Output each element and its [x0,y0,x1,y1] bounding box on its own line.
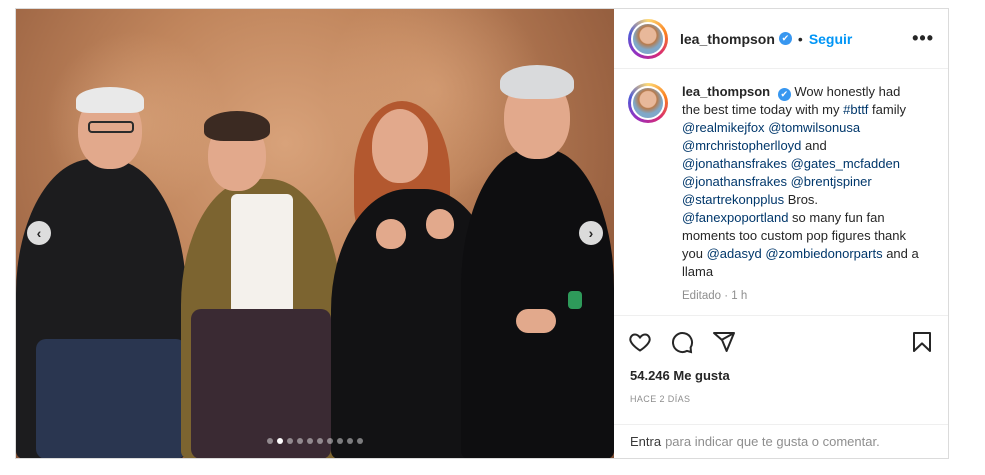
carousel-dot [347,438,353,444]
login-link[interactable]: Entra [630,434,661,449]
caption-mention-link[interactable]: @jonathansfrakes [682,156,787,171]
verified-badge-icon: ✔ [778,32,792,45]
caption-meta: Editado · 1 h [682,290,748,302]
caption-text-segment: Bros. [784,192,819,207]
verified-badge-icon: ✔ [777,87,791,101]
chevron-left-icon: ‹ [36,225,42,241]
bookmark-icon[interactable] [910,330,934,354]
post-timestamp[interactable]: HACE 2 DÍAS [614,388,948,418]
instagram-post: ‹ › lea_thompson ✔ • Seguir ••• lea_thom… [15,8,949,459]
caption-mention-link[interactable]: @jonathansfrakes [682,174,787,189]
separator: • [797,30,803,47]
carousel-dot [307,438,313,444]
follow-button[interactable]: Seguir [809,31,853,47]
avatar[interactable] [628,83,668,123]
chevron-right-icon: › [588,225,594,241]
user-avatar [631,21,665,56]
previous-photo-button[interactable]: ‹ [27,221,51,245]
post-header: lea_thompson ✔ • Seguir ••• [614,9,948,69]
caption-mention-link[interactable]: @realmikejfox [682,120,765,135]
share-icon[interactable] [712,330,736,354]
caption-text: lea_thompson ✔ Wow honestly had the best… [682,83,922,281]
avatar[interactable] [628,18,668,59]
comment-icon[interactable] [670,330,694,354]
carousel-dot [357,438,363,444]
caption-section: lea_thompson ✔ Wow honestly had the best… [614,69,948,316]
carousel-dot [287,438,293,444]
caption-text-segment: family [868,102,906,117]
caption: lea_thompson ✔ Wow honestly had the best… [682,83,922,315]
user-avatar [631,86,665,120]
carousel-indicator [16,438,614,444]
username-link[interactable]: lea_thompson [680,31,775,47]
carousel-dot [297,438,303,444]
carousel-dot [277,438,283,444]
carousel-dot [327,438,333,444]
next-photo-button[interactable]: › [579,221,603,245]
caption-text-segment: and [801,138,827,153]
carousel-dot [267,438,273,444]
caption-mention-link[interactable]: @startrekonpplus [682,192,784,207]
caption-mention-link[interactable]: @fanexpoportland [682,210,788,225]
comment-prompt-text: para indicar que te gusta o comentar. [665,434,880,449]
caption-mention-link[interactable]: #bttf [843,102,868,117]
carousel-dot [317,438,323,444]
likes-count[interactable]: 54.246 Me gusta [614,368,948,388]
more-options-icon[interactable]: ••• [912,28,934,49]
caption-mention-link[interactable]: @brentjspiner [791,174,872,189]
post-side-panel: lea_thompson ✔ • Seguir ••• lea_thompson… [614,9,948,458]
caption-mention-link[interactable]: @zombiedonorparts [765,246,882,261]
caption-mention-link[interactable]: @tomwilsonusa [768,120,860,135]
caption-mention-link[interactable]: @gates_mcfadden [791,156,900,171]
post-photo[interactable]: ‹ › [16,9,614,458]
caption-mention-link[interactable]: @adasyd [707,246,762,261]
heart-icon[interactable] [628,330,652,354]
action-bar [614,316,948,368]
comment-prompt: Entra para indicar que te gusta o coment… [614,424,948,458]
caption-username[interactable]: lea_thompson [682,84,770,99]
carousel-dot [337,438,343,444]
caption-mention-link[interactable]: @mrchristopherlloyd [682,138,801,153]
